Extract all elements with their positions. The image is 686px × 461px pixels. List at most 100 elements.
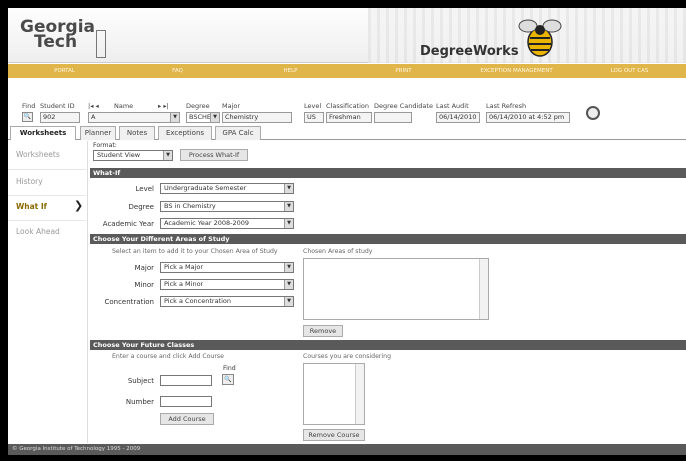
find-student-icon[interactable]: 🔍 <box>22 112 33 122</box>
tab-notes[interactable]: Notes <box>119 126 155 140</box>
degree-select[interactable]: BS in Chemistry ▼ <box>160 201 294 212</box>
leftnav-history[interactable]: History <box>16 177 43 186</box>
format-value: Student View <box>97 151 141 159</box>
remove-area-button[interactable]: Remove <box>303 325 343 337</box>
left-nav: Worksheets History What If ❯ Look Ahead <box>8 141 88 443</box>
leftnav-what-if[interactable]: What If <box>16 202 47 211</box>
what-if-header: What-If <box>90 168 686 178</box>
footer-copyright: © Georgia Institute of Technology 1995 -… <box>8 444 686 455</box>
chevron-down-icon: ▼ <box>163 151 172 160</box>
major-value: Pick a Major <box>164 263 204 271</box>
number-label: Number <box>125 398 154 406</box>
degree-label: Degree <box>128 203 154 211</box>
classification-field: Freshman <box>326 112 372 123</box>
subject-input[interactable] <box>160 375 212 386</box>
scrollbar[interactable] <box>355 364 364 424</box>
degree-candidate-label: Degree Candidate <box>374 102 433 110</box>
remove-course-button[interactable]: Remove Course <box>303 429 365 441</box>
scrollbar[interactable] <box>479 259 488 319</box>
format-label: Format: <box>93 142 117 149</box>
last-audit-field: 06/14/2010 <box>436 112 480 123</box>
major-select[interactable]: Pick a Major ▼ <box>160 262 294 273</box>
chevron-down-icon: ▼ <box>284 297 293 306</box>
nav-portal[interactable]: PORTAL <box>8 64 121 78</box>
tab-worksheets[interactable]: Worksheets <box>10 126 76 140</box>
nav-faq[interactable]: FAQ <box>121 64 234 78</box>
future-classes-header: Choose Your Future Classes <box>90 340 686 350</box>
student-id-field[interactable]: 902 <box>40 112 80 123</box>
last-audit-label: Last Audit <box>436 102 469 110</box>
level-label: Level <box>304 102 322 110</box>
first-record-icon[interactable]: |◂ ◂ <box>88 102 99 110</box>
chevron-down-icon: ▼ <box>284 184 293 193</box>
level-label: Level <box>135 185 154 193</box>
academic-year-label: Academic Year <box>102 220 154 228</box>
chevron-down-icon: ▼ <box>284 263 293 272</box>
nav-print[interactable]: PRINT <box>347 64 460 78</box>
nav-exception-management[interactable]: EXCEPTION MANAGEMENT <box>460 64 573 78</box>
degreeworks-window: Georgia Tech DegreeWorks PORTAL FAQ HELP… <box>8 8 686 455</box>
leftnav-look-ahead[interactable]: Look Ahead <box>16 227 60 236</box>
student-id-label: Student ID <box>40 102 75 110</box>
concentration-select[interactable]: Pick a Concentration ▼ <box>160 296 294 307</box>
considering-list[interactable] <box>303 363 365 425</box>
arrow-right-icon: ❯ <box>74 199 84 212</box>
chevron-down-icon: ▼ <box>284 202 293 211</box>
major-label: Major <box>134 264 154 272</box>
academic-year-select[interactable]: Academic Year 2008-2009 ▼ <box>160 218 294 229</box>
divider <box>8 195 86 196</box>
nav-log-out[interactable]: LOG OUT CAS <box>573 64 686 78</box>
chosen-areas-label: Chosen Areas of study <box>303 248 373 255</box>
major-field: Chemistry <box>222 112 292 123</box>
logo-line2: Tech <box>34 32 78 52</box>
chevron-down-icon: ▼ <box>170 113 179 122</box>
tab-bar: Worksheets Planner Notes Exceptions GPA … <box>8 126 686 140</box>
chosen-areas-list[interactable] <box>303 258 489 320</box>
format-select[interactable]: Student View ▼ <box>93 150 173 161</box>
major-label: Major <box>222 102 241 110</box>
divider <box>8 220 86 221</box>
subject-label: Subject <box>127 377 154 385</box>
classification-label: Classification <box>326 102 370 110</box>
georgia-tech-logo: Georgia Tech <box>20 19 95 52</box>
header-banner: Georgia Tech DegreeWorks <box>8 8 686 63</box>
chevron-down-icon: ▼ <box>284 280 293 289</box>
tower-icon <box>96 30 106 58</box>
tab-gpa-calc[interactable]: GPA Calc <box>215 126 261 140</box>
refresh-icon[interactable] <box>586 106 600 120</box>
future-hint: Enter a course and click Add Course <box>112 353 224 360</box>
nav-help[interactable]: HELP <box>234 64 347 78</box>
tab-planner[interactable]: Planner <box>80 126 116 140</box>
student-info-bar: Find 🔍 Student ID 902 |◂ ◂ Name ▸ ▸| A ▼… <box>8 78 686 130</box>
tab-exceptions[interactable]: Exceptions <box>158 126 212 140</box>
top-nav: PORTAL FAQ HELP PRINT EXCEPTION MANAGEME… <box>8 64 686 78</box>
minor-label: Minor <box>134 281 154 289</box>
degree-value: BS in Chemistry <box>164 202 216 210</box>
level-value: Undergraduate Semester <box>164 184 247 192</box>
leftnav-worksheets[interactable]: Worksheets <box>16 150 60 159</box>
concentration-value: Pick a Concentration <box>164 297 232 305</box>
level-select[interactable]: Undergraduate Semester ▼ <box>160 183 294 194</box>
add-course-button[interactable]: Add Course <box>160 413 214 425</box>
divider <box>8 169 86 170</box>
degree-candidate-field <box>374 112 412 123</box>
last-record-icon[interactable]: ▸ ▸| <box>158 102 169 110</box>
process-what-if-button[interactable]: Process What-If <box>180 149 248 161</box>
find-course-icon[interactable]: 🔍 <box>222 374 234 385</box>
name-label: Name <box>114 102 134 110</box>
main-panel: Format: Student View ▼ Process What-If W… <box>90 141 686 443</box>
name-value: A <box>91 113 96 121</box>
chevron-down-icon: ▼ <box>210 113 219 122</box>
buzz-mascot-icon <box>518 19 562 57</box>
degree-value: BSCHE <box>189 113 212 121</box>
degree-select[interactable]: BSCHE ▼ <box>186 112 220 123</box>
areas-of-study-header: Choose Your Different Areas of Study <box>90 234 686 244</box>
number-input[interactable] <box>160 396 212 407</box>
minor-select[interactable]: Pick a Minor ▼ <box>160 279 294 290</box>
academic-year-value: Academic Year 2008-2009 <box>164 219 250 227</box>
considering-label: Courses you are considering <box>303 353 391 360</box>
name-select[interactable]: A ▼ <box>88 112 180 123</box>
areas-hint: Select an item to add it to your Chosen … <box>112 248 278 255</box>
concentration-label: Concentration <box>104 298 154 306</box>
minor-value: Pick a Minor <box>164 280 204 288</box>
